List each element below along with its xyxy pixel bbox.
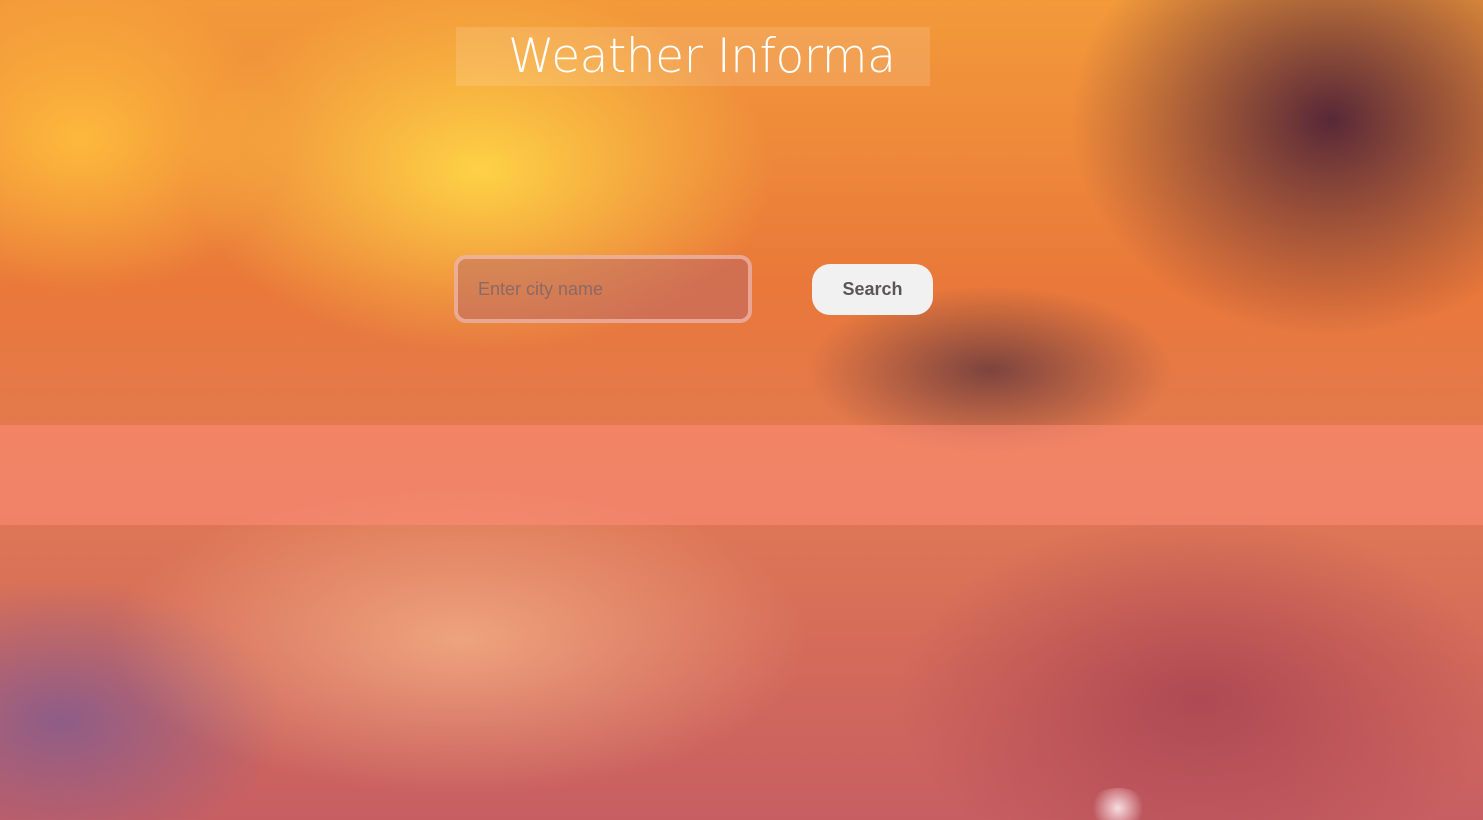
cloud-decoration: [1088, 788, 1148, 820]
search-button[interactable]: Search: [812, 264, 933, 315]
weather-result-panel: [0, 425, 1483, 525]
page-title-box: Weather Informa: [456, 27, 930, 86]
page-title: Weather Informa: [508, 29, 896, 84]
city-search-input[interactable]: [454, 255, 752, 323]
